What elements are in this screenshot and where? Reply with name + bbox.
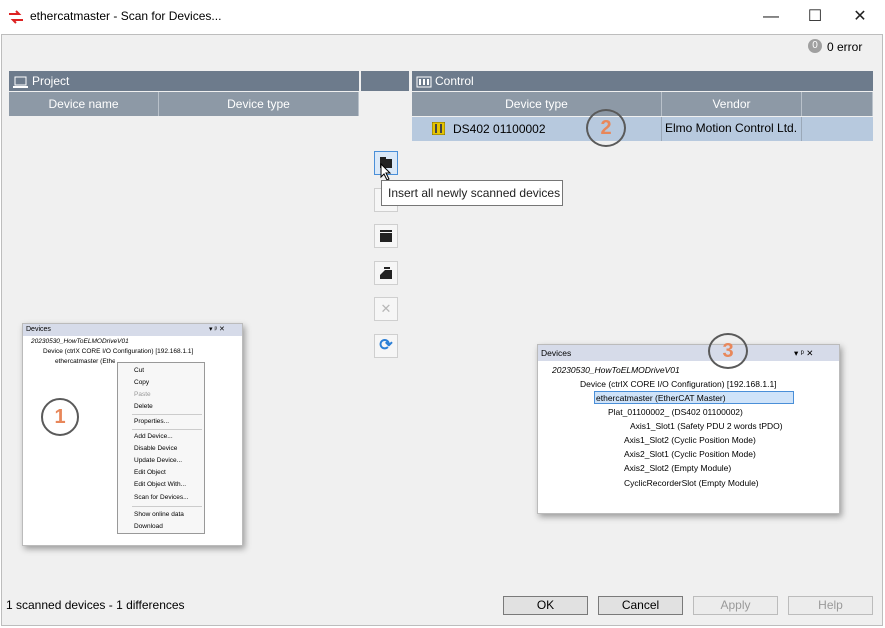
- shot3-tree-item: ethercatmaster (EtherCAT Master): [596, 393, 726, 403]
- shot3-tree-item: Axis2_Slot2 (Empty Module): [624, 463, 732, 473]
- control-col-extra: [802, 92, 873, 116]
- menu-item: Paste: [134, 391, 151, 398]
- scan-summary: 1 scanned devices - 1 differences: [6, 598, 185, 612]
- title-bar: ethercatmaster - Scan for Devices... — ☐…: [0, 0, 885, 34]
- row-vendor: Elmo Motion Control Ltd.: [665, 121, 798, 135]
- refresh-button[interactable]: ⟳: [374, 334, 398, 358]
- shot3-tree-item: Axis1_Slot2 (Cyclic Position Mode): [624, 435, 756, 445]
- shot3-tree-item: Axis1_Slot1 (Safety PDU 2 words tPDO): [630, 421, 783, 431]
- menu-item: Update Device...: [134, 457, 183, 464]
- computer-icon: [13, 76, 28, 88]
- menu-separator: [132, 414, 202, 415]
- project-panel-header: Project: [9, 71, 359, 91]
- device-icon: [380, 230, 392, 242]
- project-title: Project: [32, 74, 70, 88]
- table-row[interactable]: DS402 01100002 Elmo Motion Control Ltd.: [412, 117, 873, 141]
- project-col-device-type[interactable]: Device type: [159, 92, 359, 116]
- menu-item: Cut: [134, 367, 145, 374]
- middle-header: [361, 71, 409, 91]
- screenshot-device-tree: Devices ▾ ᵖ ✕ 20230530_HowToELMODriveV01 …: [537, 344, 840, 514]
- device-module-icon: [432, 122, 445, 135]
- shot1-tree-item: ethercatmaster (EtherCAT Master): [55, 358, 115, 365]
- menu-item: Properties...: [134, 418, 170, 425]
- close-button[interactable]: ✕: [845, 6, 875, 28]
- shot3-tree-item: 20230530_HowToELMODriveV01: [552, 365, 680, 375]
- column-divider: [801, 117, 802, 141]
- shot3-panel-title: Devices: [541, 348, 572, 358]
- menu-item-scan-for-devices: Scan for Devices...: [134, 494, 189, 501]
- cancel-button[interactable]: Cancel: [598, 596, 683, 615]
- maximize-button[interactable]: ☐: [800, 6, 830, 28]
- minimize-button[interactable]: —: [756, 6, 786, 28]
- menu-item: Add Device...: [134, 433, 173, 440]
- help-button[interactable]: Help: [788, 596, 873, 615]
- copy-device-button[interactable]: [374, 224, 398, 248]
- copy-all-button[interactable]: [374, 261, 398, 285]
- delete-button[interactable]: ✕: [374, 297, 398, 321]
- shot3-panel-header: Devices ▾ ᵖ ✕: [538, 345, 839, 361]
- window-title: ethercatmaster - Scan for Devices...: [30, 9, 222, 23]
- shot1-panel-title: Devices: [26, 326, 51, 333]
- menu-separator: [132, 506, 202, 507]
- shot1-tree-item: Device (ctrlX CORE I/O Configuration) [1…: [43, 348, 194, 355]
- menu-item: Copy: [134, 379, 150, 386]
- row-device-type: DS402 01100002: [453, 122, 546, 136]
- error-icon: 0: [808, 39, 822, 53]
- project-col-device-name[interactable]: Device name: [9, 92, 159, 116]
- context-menu: Cut Copy Paste Delete Properties... Add …: [117, 362, 205, 534]
- shot1-panel-header: Devices ▾ ᵖ ✕: [23, 324, 242, 336]
- control-title: Control: [435, 74, 474, 88]
- shot3-panel-controls: ▾ ᵖ ✕: [794, 348, 814, 358]
- ok-button[interactable]: OK: [503, 596, 588, 615]
- shot3-tree-item: Device (ctrlX CORE I/O Configuration) [1…: [580, 379, 777, 389]
- menu-item: Download: [134, 523, 163, 530]
- annotation-3: 3: [708, 333, 748, 369]
- control-col-device-type[interactable]: Device type: [412, 92, 662, 116]
- error-count[interactable]: 0 error: [827, 40, 862, 54]
- apply-button[interactable]: Apply: [693, 596, 778, 615]
- menu-item: Show online data: [134, 511, 184, 518]
- mouse-cursor-icon: [380, 163, 392, 181]
- shot3-tree-item: Axis2_Slot1 (Cyclic Position Mode): [624, 449, 756, 459]
- ethercat-icon: [9, 10, 23, 24]
- annotation-2: 2: [586, 109, 626, 147]
- shot1-tree-item: 20230530_HowToELMODriveV01: [31, 338, 129, 345]
- control-panel-header: Control: [412, 71, 873, 91]
- controller-icon: [416, 76, 432, 88]
- menu-item: Edit Object: [134, 469, 166, 476]
- shot3-tree-item: Plat_01100002_ (DS402 01100002): [608, 407, 743, 417]
- annotation-1: 1: [41, 398, 79, 436]
- menu-separator: [132, 429, 202, 430]
- menu-item: Edit Object With...: [134, 481, 187, 488]
- column-divider: [661, 117, 662, 141]
- tooltip: Insert all newly scanned devices: [381, 180, 563, 206]
- menu-item: Disable Device: [134, 445, 178, 452]
- copy-all-icon: [380, 267, 392, 279]
- control-col-vendor[interactable]: Vendor: [662, 92, 802, 116]
- shot3-tree-item: CyclicRecorderSlot (Empty Module): [624, 478, 759, 488]
- shot1-panel-controls: ▾ ᵖ ✕: [209, 326, 225, 333]
- menu-item: Delete: [134, 403, 153, 410]
